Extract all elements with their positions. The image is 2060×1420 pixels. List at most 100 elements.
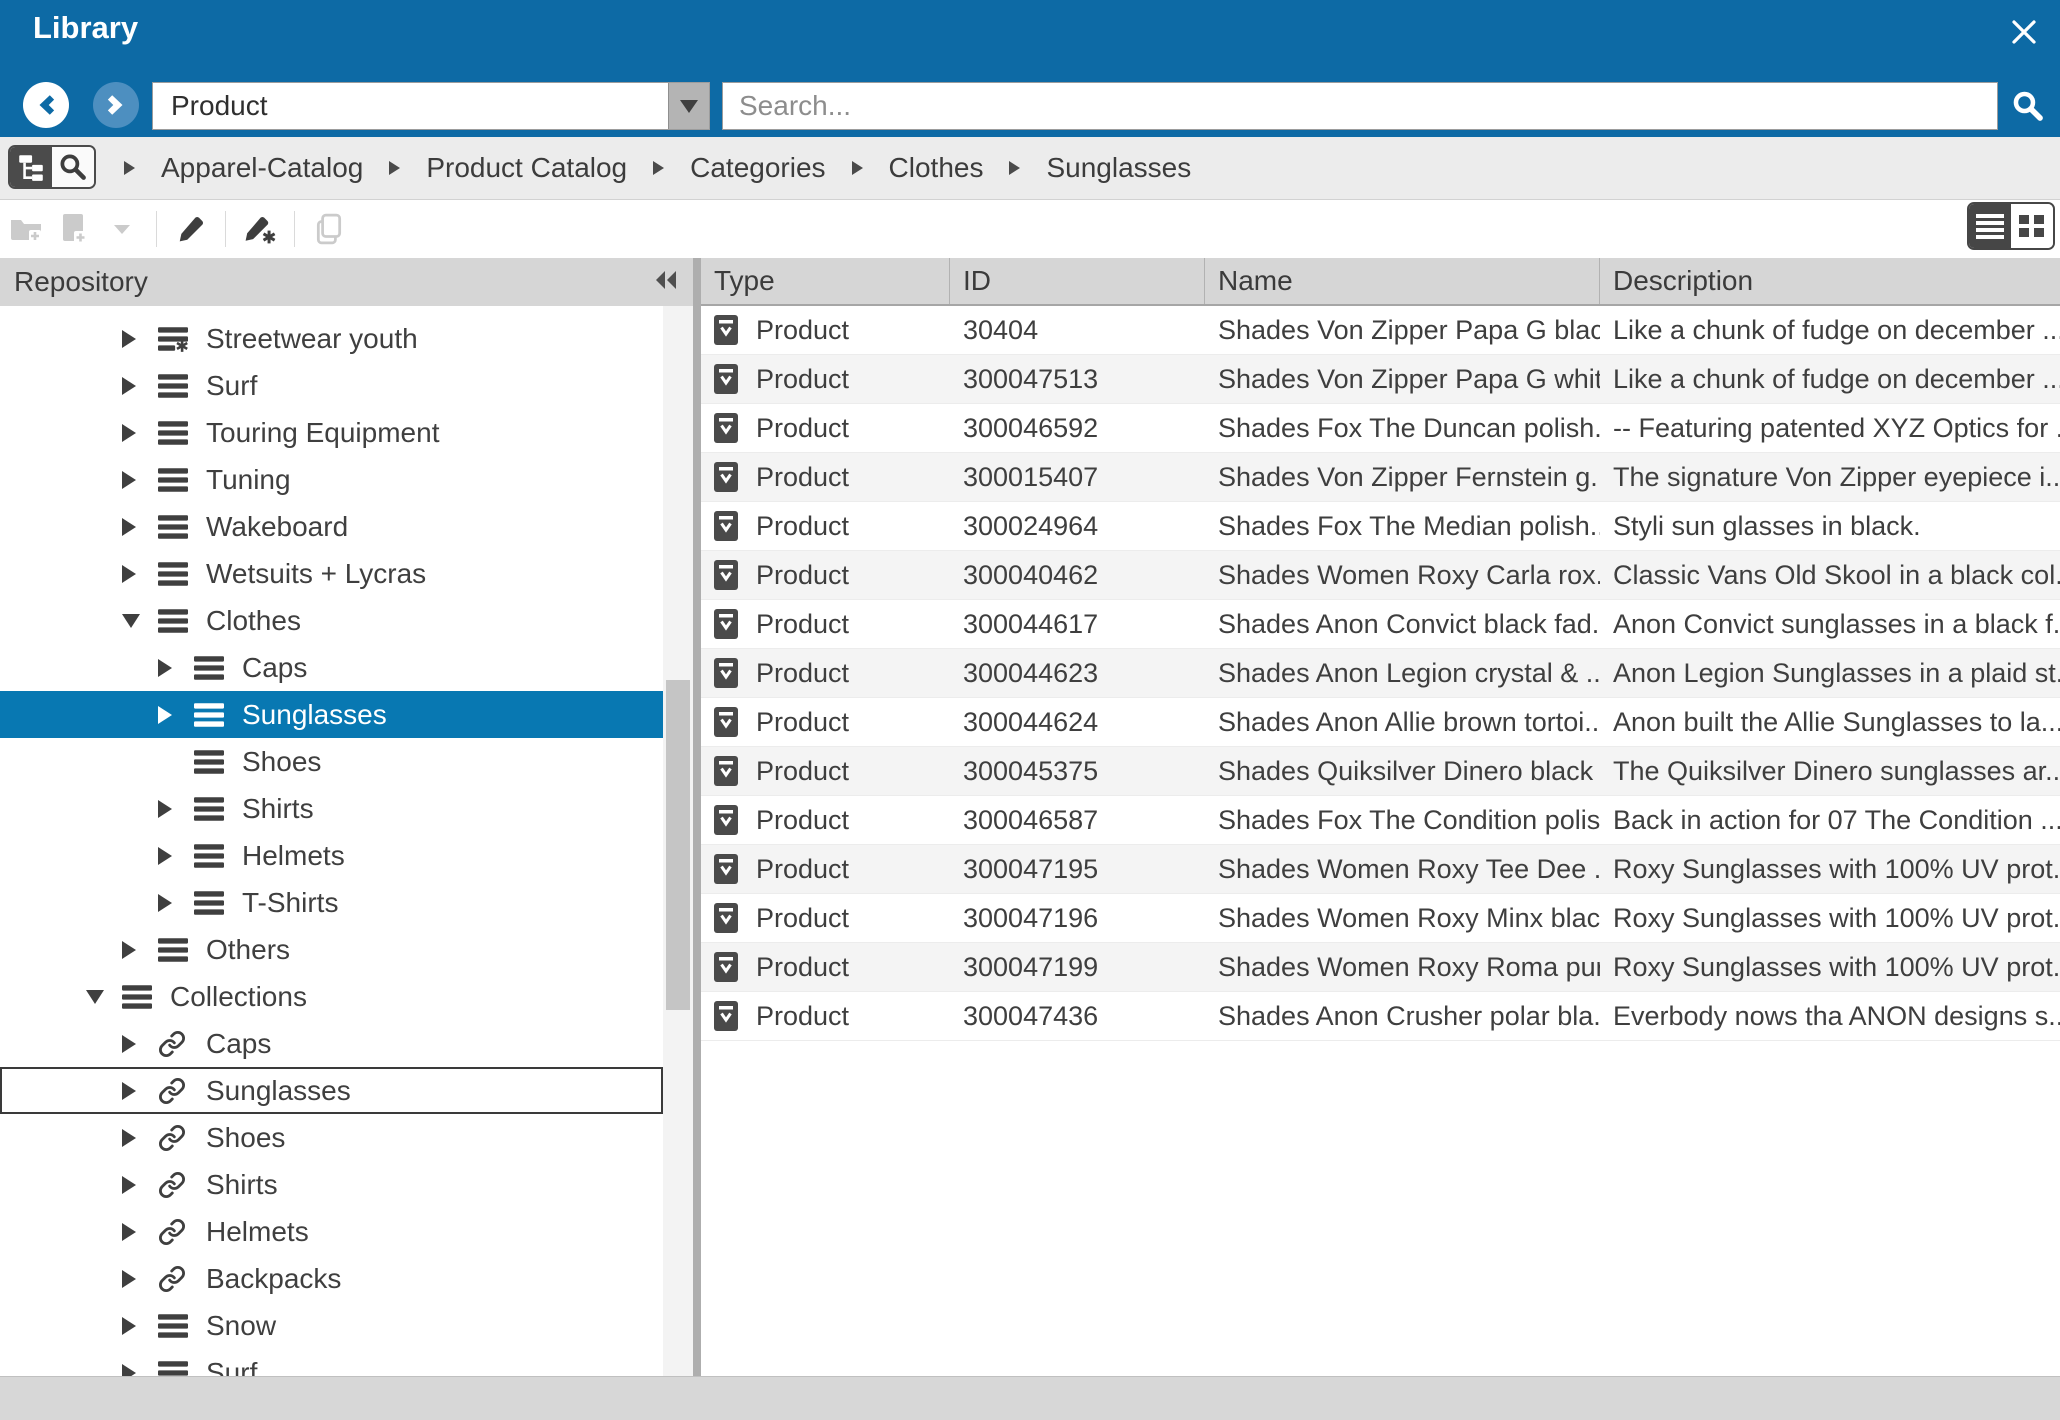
breadcrumb-item-categories[interactable]: Categories — [690, 152, 825, 184]
close-button[interactable] — [2004, 12, 2044, 52]
cell-description: Everbody nows tha ANON designs s... — [1600, 1001, 2060, 1032]
tree-item-shoes[interactable]: Shoes — [0, 738, 663, 785]
tree-item-wakeboard[interactable]: Wakeboard — [0, 503, 663, 550]
table-row[interactable]: Product300047513Shades Von Zipper Papa G… — [701, 355, 2060, 404]
edit-button[interactable] — [167, 204, 215, 254]
forward-button[interactable] — [93, 82, 139, 128]
tree-item-shirts[interactable]: Shirts — [0, 1161, 663, 1208]
tree-item-caps[interactable]: Caps — [0, 644, 663, 691]
expander-collapsed-icon[interactable] — [122, 518, 146, 536]
tree-item-others[interactable]: Others — [0, 926, 663, 973]
tree-item-wetsuits-lycras[interactable]: Wetsuits + Lycras — [0, 550, 663, 597]
table-row[interactable]: Product300045375Shades Quiksilver Dinero… — [701, 747, 2060, 796]
cell-name: Shades Women Roxy Minx blac... — [1205, 903, 1600, 934]
table-row[interactable]: Product300046587Shades Fox The Condition… — [701, 796, 2060, 845]
tree-item-snow[interactable]: Snow — [0, 1302, 663, 1349]
tree-item-helmets[interactable]: Helmets — [0, 1208, 663, 1255]
table-row[interactable]: Product300047199Shades Women Roxy Roma p… — [701, 943, 2060, 992]
back-button[interactable] — [23, 82, 69, 128]
expander-collapsed-icon[interactable] — [158, 800, 182, 818]
table-row[interactable]: Product300046592Shades Fox The Duncan po… — [701, 404, 2060, 453]
tree-item-surf[interactable]: Surf — [0, 1349, 663, 1376]
expander-collapsed-icon[interactable] — [122, 1270, 146, 1288]
table-row[interactable]: Product300047196Shades Women Roxy Minx b… — [701, 894, 2060, 943]
expander-collapsed-icon[interactable] — [122, 330, 146, 348]
tree-item-sunglasses[interactable]: Sunglasses — [0, 691, 663, 738]
tree-item-clothes[interactable]: Clothes — [0, 597, 663, 644]
type-filter-arrow-button[interactable] — [668, 83, 709, 129]
expander-collapsed-icon[interactable] — [122, 565, 146, 583]
column-header-name[interactable]: Name — [1205, 258, 1600, 304]
expander-collapsed-icon[interactable] — [122, 1176, 146, 1194]
tree-item-surf[interactable]: Surf — [0, 362, 663, 409]
cell-description: Like a chunk of fudge on december ... — [1600, 364, 2060, 395]
category-icon — [194, 888, 226, 918]
tree-item-tuning[interactable]: Tuning — [0, 456, 663, 503]
new-content-button[interactable] — [50, 204, 98, 254]
tree-item-t-shirts[interactable]: T-Shirts — [0, 879, 663, 926]
type-label: Product — [756, 511, 849, 542]
expander-collapsed-icon[interactable] — [158, 847, 182, 865]
table-row[interactable]: Product300024964Shades Fox The Median po… — [701, 502, 2060, 551]
tree-item-shoes[interactable]: Shoes — [0, 1114, 663, 1161]
copy-button[interactable] — [305, 204, 353, 254]
table-row[interactable]: Product300047195Shades Women Roxy Tee De… — [701, 845, 2060, 894]
type-filter-dropdown[interactable]: Product — [152, 82, 710, 130]
expander-expanded-icon[interactable] — [86, 990, 110, 1004]
search-input[interactable] — [722, 82, 1998, 130]
tree-item-sunglasses[interactable]: Sunglasses — [0, 1067, 663, 1114]
search-view-toggle[interactable] — [52, 147, 94, 187]
expander-collapsed-icon[interactable] — [158, 659, 182, 677]
expander-collapsed-icon[interactable] — [122, 1317, 146, 1335]
table-row[interactable]: Product300047436Shades Anon Crusher pola… — [701, 992, 2060, 1041]
breadcrumb-item-clothes[interactable]: Clothes — [889, 152, 984, 184]
tree-item-label: Snow — [206, 1310, 276, 1342]
breadcrumb-item-product-catalog[interactable]: Product Catalog — [426, 152, 627, 184]
expander-collapsed-icon[interactable] — [122, 471, 146, 489]
tree-item-touring-equipment[interactable]: Touring Equipment — [0, 409, 663, 456]
breadcrumb-item-apparel-catalog[interactable]: Apparel-Catalog — [161, 152, 363, 184]
table-row[interactable]: Product30404Shades Von Zipper Papa G bla… — [701, 306, 2060, 355]
collapse-panel-button[interactable] — [653, 269, 679, 296]
expander-expanded-icon[interactable] — [122, 614, 146, 628]
column-header-description[interactable]: Description — [1600, 258, 2060, 304]
tree-item-shirts[interactable]: Shirts — [0, 785, 663, 832]
expander-collapsed-icon[interactable] — [122, 1364, 146, 1377]
table-row[interactable]: Product300015407Shades Von Zipper Fernst… — [701, 453, 2060, 502]
toolbar-separator — [294, 211, 295, 247]
list-view-button[interactable] — [1969, 204, 2011, 248]
create-and-edit-button[interactable] — [236, 204, 284, 254]
expander-collapsed-icon[interactable] — [122, 941, 146, 959]
column-header-id[interactable]: ID — [950, 258, 1205, 304]
panel-splitter[interactable] — [693, 258, 701, 1376]
table-row[interactable]: Product300044624Shades Anon Allie brown … — [701, 698, 2060, 747]
column-header-type[interactable]: Type — [701, 258, 950, 304]
expander-collapsed-icon[interactable] — [122, 1223, 146, 1241]
table-row[interactable]: Product300040462Shades Women Roxy Carla … — [701, 551, 2060, 600]
table-row[interactable]: Product300044617Shades Anon Convict blac… — [701, 600, 2060, 649]
tree-scrollbar-thumb[interactable] — [666, 680, 690, 1010]
table-row[interactable]: Product300044623Shades Anon Legion cryst… — [701, 649, 2060, 698]
tree-view-toggle[interactable] — [10, 147, 52, 187]
tree-item-streetwear-youth[interactable]: Streetwear youth — [0, 315, 663, 362]
tree-item-caps[interactable]: Caps — [0, 1020, 663, 1067]
breadcrumb-item-sunglasses[interactable]: Sunglasses — [1046, 152, 1191, 184]
tree-item-backpacks[interactable]: Backpacks — [0, 1255, 663, 1302]
expander-collapsed-icon[interactable] — [122, 1035, 146, 1053]
expander-collapsed-icon[interactable] — [122, 424, 146, 442]
tree-item-collections[interactable]: Collections — [0, 973, 663, 1020]
cell-description: Classic Vans Old Skool in a black col... — [1600, 560, 2060, 591]
expander-collapsed-icon[interactable] — [158, 894, 182, 912]
new-content-menu-button[interactable] — [98, 204, 146, 254]
grid-view-button[interactable] — [2011, 204, 2053, 248]
repository-header: Repository — [0, 258, 693, 306]
tree-scrollbar[interactable] — [663, 306, 693, 1376]
tree-item-helmets[interactable]: Helmets — [0, 832, 663, 879]
search-button[interactable] — [2006, 86, 2050, 126]
new-folder-button[interactable] — [2, 204, 50, 254]
expander-collapsed-icon[interactable] — [122, 377, 146, 395]
expander-collapsed-icon[interactable] — [122, 1129, 146, 1147]
expander-collapsed-icon[interactable] — [122, 1082, 146, 1100]
expander-collapsed-icon[interactable] — [158, 706, 182, 724]
cell-type: Product — [701, 560, 950, 591]
